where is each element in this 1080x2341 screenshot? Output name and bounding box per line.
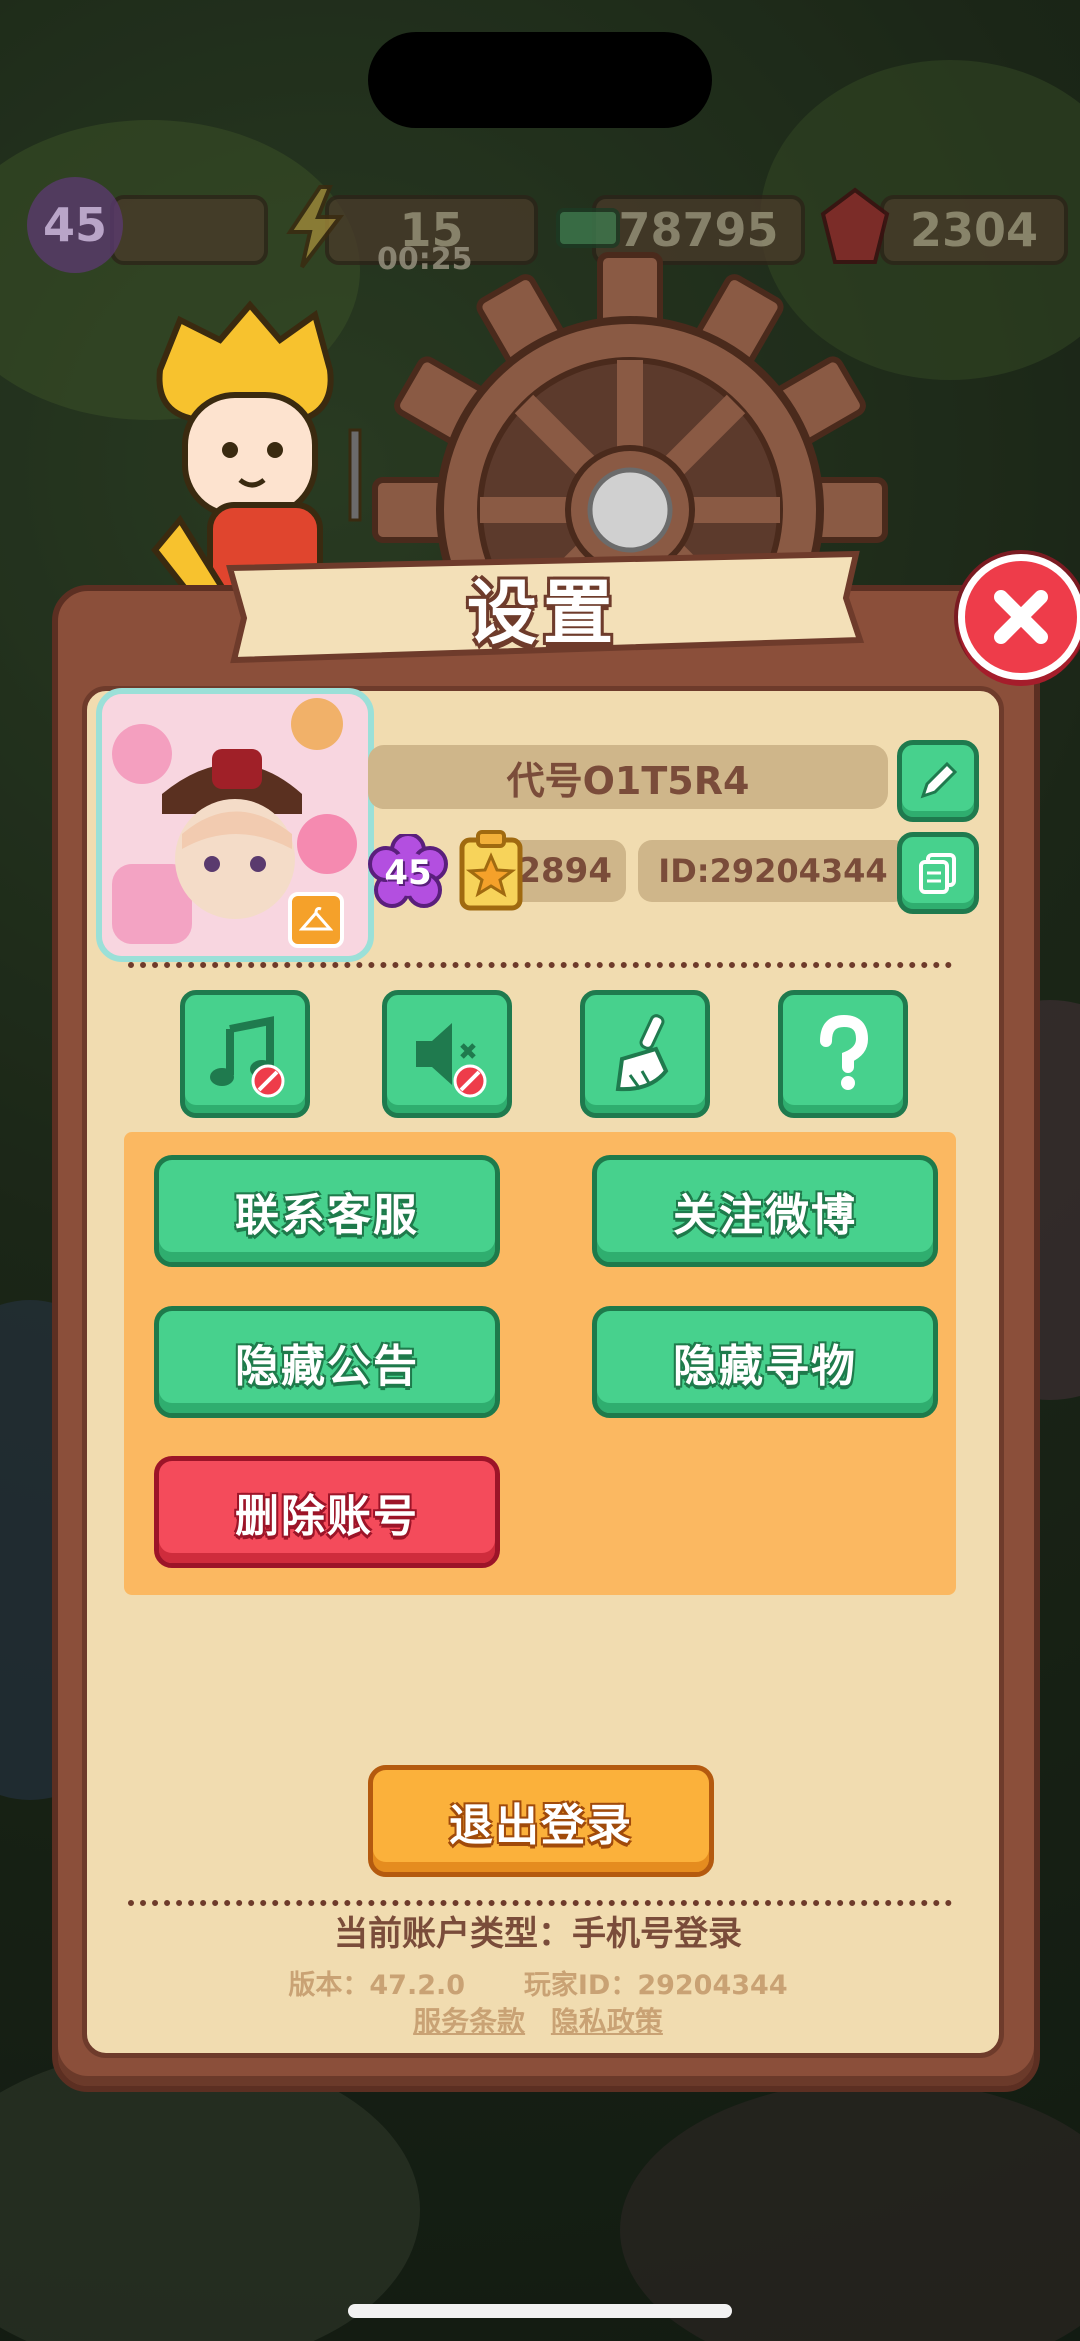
logout-label: 退出登录 bbox=[449, 1800, 633, 1851]
camera-notch bbox=[368, 32, 712, 128]
help-button[interactable] bbox=[778, 990, 908, 1118]
player-level: 45 bbox=[384, 853, 432, 893]
clothes-hanger-icon bbox=[299, 907, 333, 931]
follow-weibo-button[interactable]: 关注微博 bbox=[592, 1155, 938, 1267]
hide-search-label: 隐藏寻物 bbox=[673, 1341, 857, 1392]
pencil-icon bbox=[920, 761, 958, 799]
version-line: 版本：47.2.0 玩家ID：29204344 bbox=[82, 1963, 994, 2002]
xp-bar bbox=[110, 195, 268, 265]
sound-toggle-button[interactable] bbox=[382, 990, 512, 1118]
question-mark-icon bbox=[820, 1014, 869, 1090]
privacy-policy-link[interactable]: 隐私政策 bbox=[551, 2005, 663, 2038]
player-id-field: ID:29204344 bbox=[638, 840, 908, 902]
gem-bar[interactable]: 2304 bbox=[880, 195, 1068, 265]
clear-cache-button[interactable] bbox=[580, 990, 710, 1118]
sound-off-icon bbox=[416, 1023, 487, 1098]
follow-weibo-label: 关注微博 bbox=[673, 1190, 857, 1241]
close-icon bbox=[994, 590, 1048, 644]
delete-account-button[interactable]: 删除账号 bbox=[154, 1456, 500, 1568]
broom-icon bbox=[615, 1014, 669, 1092]
delete-account-label: 删除账号 bbox=[235, 1491, 419, 1542]
divider bbox=[128, 962, 952, 968]
gem-value: 2304 bbox=[909, 203, 1039, 257]
hud-level-text: 45 bbox=[42, 198, 107, 252]
logout-button[interactable]: 退出登录 bbox=[368, 1765, 714, 1877]
hide-search-button[interactable]: 隐藏寻物 bbox=[592, 1306, 938, 1418]
hanger-icon[interactable] bbox=[288, 892, 344, 948]
home-indicator[interactable] bbox=[348, 2304, 732, 2318]
copy-id-button[interactable] bbox=[897, 832, 979, 914]
copy-icon bbox=[919, 853, 956, 894]
hide-announcement-button[interactable]: 隐藏公告 bbox=[154, 1306, 500, 1418]
collection-count: 2894 bbox=[517, 851, 612, 891]
account-type-text: 当前账户类型：手机号登录 bbox=[334, 1914, 742, 1954]
terms-of-service-link[interactable]: 服务条款 bbox=[413, 2005, 525, 2038]
cash-value: 78795 bbox=[618, 203, 779, 257]
player-id: ID:29204344 bbox=[658, 852, 888, 890]
music-toggle-button[interactable] bbox=[180, 990, 310, 1118]
clipboard-star-icon bbox=[459, 830, 523, 911]
player-name-field: 代号O1T5R4 bbox=[368, 745, 888, 809]
close-button[interactable] bbox=[958, 554, 1080, 680]
contact-support-button[interactable]: 联系客服 bbox=[154, 1155, 500, 1267]
contact-support-label: 联系客服 bbox=[235, 1190, 419, 1241]
game-screen: 45 15 00:25 78795 2304 设置 代号O1T5R4 45 28… bbox=[0, 0, 1080, 2341]
edit-name-button[interactable] bbox=[897, 740, 979, 822]
version-text: 版本：47.2.0 bbox=[288, 1970, 466, 2001]
lightning-icon bbox=[286, 185, 345, 269]
player-id-text: 玩家ID：29204344 bbox=[523, 1970, 788, 2001]
player-name: 代号O1T5R4 bbox=[506, 758, 750, 803]
music-off-icon bbox=[210, 1016, 285, 1098]
title-banner-text-wrap: 设置 bbox=[220, 548, 866, 666]
player-level-badge[interactable]: 45 bbox=[20, 170, 130, 280]
page-title: 设置 bbox=[467, 571, 619, 654]
legal-links: 服务条款 隐私政策 bbox=[82, 2000, 994, 2040]
hide-announcement-label: 隐藏公告 bbox=[235, 1341, 419, 1392]
